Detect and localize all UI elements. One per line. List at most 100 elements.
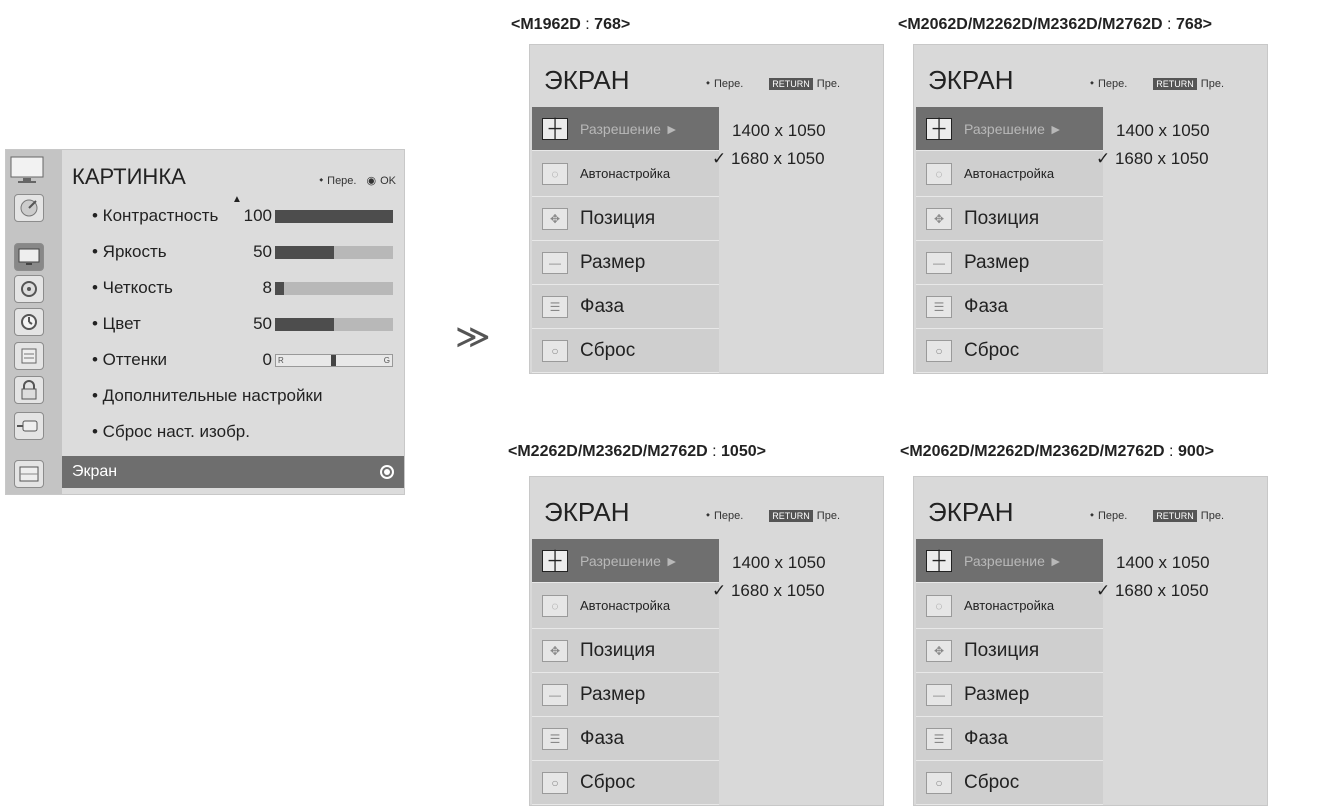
resolution-option[interactable]: 1400 x 1050 — [732, 553, 826, 573]
menu-item-label: Позиция — [964, 639, 1040, 661]
panel-caption: <M2062D/M2262D/M2362D/M2762D : 900> — [900, 443, 1214, 461]
resolution-option-selected[interactable]: ✓ 1680 x 1050 — [712, 149, 825, 169]
menu-item-auto-config[interactable]: ◌ Автонастройка — [916, 151, 1103, 197]
caption-resolution: 900> — [1177, 443, 1214, 460]
tint-value: 0 — [262, 350, 272, 369]
resolution-option[interactable]: 1400 x 1050 — [1116, 121, 1210, 141]
picture-category-icon[interactable] — [14, 243, 44, 271]
size-icon: — — [542, 683, 568, 706]
screen-menu-title: ЭКРАН — [928, 65, 1014, 95]
hint-move-label: Пере. — [713, 509, 744, 522]
clock-icon[interactable] — [14, 308, 44, 336]
sharpness-bar[interactable] — [275, 282, 393, 295]
menu-item-position[interactable]: ✥ Позиция — [532, 629, 719, 673]
options-icon[interactable] — [14, 342, 44, 370]
panel-caption: <M2062D/M2262D/M2362D/M2762D : 768> — [898, 16, 1212, 34]
menu-item-reset[interactable]: ○ Сброс — [916, 329, 1103, 373]
menu-item-reset[interactable]: ○ Сброс — [916, 761, 1103, 805]
screen-settings-icon[interactable] — [14, 460, 44, 488]
menu-item-size[interactable]: — Размер — [532, 241, 719, 285]
picture-menu: КАРТИНКА ⬩ Пере. ◉ OK • Контрастность 10… — [5, 149, 405, 495]
caption-separator: : — [580, 16, 595, 33]
menu-item-size[interactable]: — Размер — [916, 673, 1103, 717]
satellite-dish-icon[interactable] — [14, 194, 44, 222]
hint-back-label: Пре. — [1200, 77, 1224, 90]
resolution-option[interactable]: 1400 x 1050 — [732, 121, 826, 141]
tint-label: • Оттенки — [92, 350, 168, 369]
menu-item-label: Позиция — [580, 207, 656, 229]
menu-item-phase[interactable]: ☰ Фаза — [916, 285, 1103, 329]
speaker-icon[interactable] — [14, 275, 44, 303]
menu-item-label: Разрешение ► — [580, 120, 679, 137]
menu-item-auto-config[interactable]: ◌ Автонастройка — [916, 583, 1103, 629]
size-icon: — — [542, 251, 568, 274]
screen-menu-items: ┼ Разрешение ► ◌ Автонастройка ✥ Позиция… — [532, 107, 719, 373]
caret-up-icon: ▲ — [232, 194, 242, 205]
menu-item-label: Сброс — [964, 771, 1020, 793]
color-row[interactable]: • Цвет 50 — [92, 314, 412, 334]
lock-icon[interactable] — [14, 376, 44, 404]
menu-item-resolution[interactable]: ┼ Разрешение ► — [532, 539, 719, 583]
menu-item-auto-config[interactable]: ◌ Автонастройка — [532, 583, 719, 629]
color-bar[interactable] — [275, 318, 393, 331]
screen-menu-panel: ЭКРАН ⬩ Пере. RETURN Пре. ┼ Разрешение ►… — [913, 476, 1268, 806]
tint-right-label: G — [383, 356, 390, 365]
hint-back-label: Пре. — [1200, 509, 1224, 522]
screen-menu-title: ЭКРАН — [544, 65, 630, 95]
contrast-row[interactable]: • Контрастность 100 ▲ — [92, 194, 412, 226]
screen-footer-item[interactable]: Экран — [62, 456, 404, 488]
resolution-option-selected[interactable]: ✓ 1680 x 1050 — [712, 581, 825, 601]
menu-item-phase[interactable]: ☰ Фаза — [532, 717, 719, 761]
phase-icon: ☰ — [926, 295, 952, 318]
panel-caption: <M1962D : 768> — [511, 16, 630, 34]
menu-item-phase[interactable]: ☰ Фаза — [532, 285, 719, 329]
menu-item-resolution[interactable]: ┼ Разрешение ► — [916, 107, 1103, 151]
color-label: • Цвет — [92, 314, 141, 333]
reset-icon: ○ — [926, 771, 952, 794]
caption-resolution: 768> — [1175, 16, 1212, 33]
screen-menu-hint: ⬩ Пере. RETURN Пре. — [706, 77, 840, 90]
tint-bar[interactable]: R G — [275, 354, 393, 367]
contrast-bar[interactable] — [275, 210, 393, 223]
picture-menu-content: КАРТИНКА ⬩ Пере. ◉ OK • Контрастность 10… — [62, 150, 404, 494]
screen-menu-items: ┼ Разрешение ► ◌ Автонастройка ✥ Позиция… — [916, 107, 1103, 373]
menu-item-label: Размер — [964, 251, 1030, 273]
menu-item-phase[interactable]: ☰ Фаза — [916, 717, 1103, 761]
hint-move-label: Пере. — [327, 174, 357, 187]
resolution-option-selected[interactable]: ✓ 1680 x 1050 — [1096, 149, 1209, 169]
position-arrows-icon: ✥ — [542, 207, 568, 230]
picture-reset-label: • Сброс наст. изобр. — [92, 422, 250, 441]
caption-model: <M2262D/M2362D/M2762D — [508, 443, 708, 460]
brightness-bar[interactable] — [275, 246, 393, 259]
menu-item-label: Автонастройка — [964, 166, 1055, 181]
menu-item-resolution[interactable]: ┼ Разрешение ► — [532, 107, 719, 151]
phase-icon: ☰ — [926, 727, 952, 750]
position-arrows-icon: ✥ — [926, 207, 952, 230]
menu-item-auto-config[interactable]: ◌ Автонастройка — [532, 151, 719, 197]
menu-item-size[interactable]: — Размер — [916, 241, 1103, 285]
brightness-row[interactable]: • Яркость 50 — [92, 242, 412, 262]
crosshair-icon: ┼ — [542, 549, 568, 572]
contrast-label: • Контрастность — [92, 206, 219, 225]
reset-icon: ○ — [542, 339, 568, 362]
auto-config-icon: ◌ — [542, 162, 568, 185]
screen-menu-title: ЭКРАН — [544, 497, 630, 527]
screen-menu-items: ┼ Разрешение ► ◌ Автонастройка ✥ Позиция… — [532, 539, 719, 805]
sharpness-row[interactable]: • Четкость 8 — [92, 278, 412, 298]
menu-item-position[interactable]: ✥ Позиция — [916, 197, 1103, 241]
menu-item-reset[interactable]: ○ Сброс — [532, 761, 719, 805]
tint-row[interactable]: • Оттенки 0 R G — [92, 350, 412, 370]
brightness-value: 50 — [253, 242, 272, 261]
resolution-option[interactable]: 1400 x 1050 — [1116, 553, 1210, 573]
hint-back-label: Пре. — [816, 509, 840, 522]
menu-item-position[interactable]: ✥ Позиция — [916, 629, 1103, 673]
return-badge: RETURN — [1153, 509, 1197, 522]
menu-item-reset[interactable]: ○ Сброс — [532, 329, 719, 373]
menu-item-size[interactable]: — Размер — [532, 673, 719, 717]
input-plug-icon[interactable] — [14, 412, 44, 440]
move-arrows-icon: ⬩ — [706, 509, 710, 521]
contrast-value: 100 — [243, 206, 272, 225]
menu-item-position[interactable]: ✥ Позиция — [532, 197, 719, 241]
resolution-option-selected[interactable]: ✓ 1680 x 1050 — [1096, 581, 1209, 601]
menu-item-resolution[interactable]: ┼ Разрешение ► — [916, 539, 1103, 583]
